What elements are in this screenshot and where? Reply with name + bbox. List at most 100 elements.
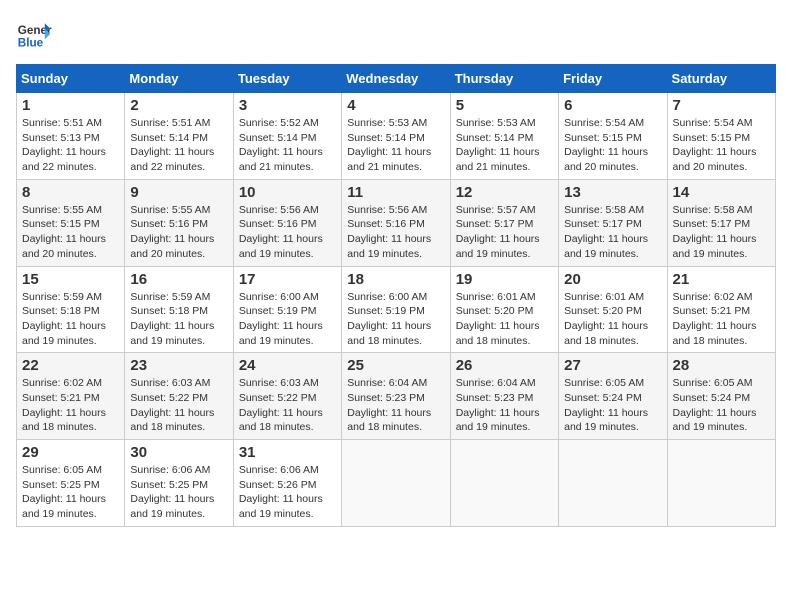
day-number: 23 [130, 357, 227, 374]
day-info: Sunrise: 5:55 AM Sunset: 5:16 PM Dayligh… [130, 203, 227, 262]
day-number: 15 [22, 271, 119, 288]
calendar-cell: 19Sunrise: 6:01 AM Sunset: 5:20 PM Dayli… [450, 266, 558, 353]
day-number: 22 [22, 357, 119, 374]
day-header-monday: Monday [125, 65, 233, 93]
day-info: Sunrise: 6:02 AM Sunset: 5:21 PM Dayligh… [22, 376, 119, 435]
calendar-cell: 4 Sunrise: 5:53 AM Sunset: 5:14 PM Daylig… [342, 93, 450, 180]
calendar-cell [450, 440, 558, 527]
day-number: 1 [22, 97, 119, 114]
day-number: 10 [239, 184, 336, 201]
calendar-cell: 2 Sunrise: 5:51 AM Sunset: 5:14 PM Daylig… [125, 93, 233, 180]
day-info: Sunrise: 5:53 AM Sunset: 5:14 PM Dayligh… [347, 116, 444, 175]
day-number: 20 [564, 271, 661, 288]
calendar-cell: 26 Sunrise: 6:04 AM Sunset: 5:23 PM Dayli… [450, 353, 558, 440]
day-info: Sunrise: 5:56 AM Sunset: 5:16 PM Dayligh… [239, 203, 336, 262]
day-number: 26 [456, 357, 553, 374]
calendar-week-row: 22 Sunrise: 6:02 AM Sunset: 5:21 PM Dayli… [17, 353, 776, 440]
calendar-cell: 11 Sunrise: 5:56 AM Sunset: 5:16 PM Dayli… [342, 179, 450, 266]
day-info: Sunrise: 6:03 AM Sunset: 5:22 PM Dayligh… [130, 376, 227, 435]
day-number: 24 [239, 357, 336, 374]
day-number: 13 [564, 184, 661, 201]
calendar-week-row: 1 Sunrise: 5:51 AM Sunset: 5:13 PM Daylig… [17, 93, 776, 180]
day-number: 4 [347, 97, 444, 114]
day-info: Sunrise: 5:51 AM Sunset: 5:14 PM Dayligh… [130, 116, 227, 175]
day-info: Sunrise: 6:05 AM Sunset: 5:24 PM Dayligh… [564, 376, 661, 435]
day-header-wednesday: Wednesday [342, 65, 450, 93]
day-info: Sunrise: 6:02 AM Sunset: 5:21 PM Dayligh… [673, 290, 770, 349]
day-number: 27 [564, 357, 661, 374]
day-info: Sunrise: 6:05 AM Sunset: 5:25 PM Dayligh… [22, 463, 119, 522]
day-info: Sunrise: 5:59 AM Sunset: 5:18 PM Dayligh… [22, 290, 119, 349]
calendar-cell: 18Sunrise: 6:00 AM Sunset: 5:19 PM Dayli… [342, 266, 450, 353]
calendar-cell: 21 Sunrise: 6:02 AM Sunset: 5:21 PM Dayli… [667, 266, 775, 353]
day-info: Sunrise: 5:57 AM Sunset: 5:17 PM Dayligh… [456, 203, 553, 262]
day-number: 6 [564, 97, 661, 114]
day-number: 25 [347, 357, 444, 374]
calendar-cell: 8Sunrise: 5:55 AM Sunset: 5:15 PM Daylig… [17, 179, 125, 266]
logo-icon: General Blue [16, 16, 52, 52]
calendar-cell: 23 Sunrise: 6:03 AM Sunset: 5:22 PM Dayli… [125, 353, 233, 440]
calendar-week-row: 8Sunrise: 5:55 AM Sunset: 5:15 PM Daylig… [17, 179, 776, 266]
day-info: Sunrise: 5:54 AM Sunset: 5:15 PM Dayligh… [564, 116, 661, 175]
calendar-cell: 10 Sunrise: 5:56 AM Sunset: 5:16 PM Dayli… [233, 179, 341, 266]
calendar-cell: 15 Sunrise: 5:59 AM Sunset: 5:18 PM Dayli… [17, 266, 125, 353]
day-info: Sunrise: 6:05 AM Sunset: 5:24 PM Dayligh… [673, 376, 770, 435]
day-number: 30 [130, 444, 227, 461]
day-header-tuesday: Tuesday [233, 65, 341, 93]
day-number: 8 [22, 184, 119, 201]
day-info: Sunrise: 5:51 AM Sunset: 5:13 PM Dayligh… [22, 116, 119, 175]
calendar-cell [559, 440, 667, 527]
day-info: Sunrise: 6:00 AM Sunset: 5:19 PM Dayligh… [347, 290, 444, 349]
day-info: Sunrise: 6:06 AM Sunset: 5:25 PM Dayligh… [130, 463, 227, 522]
day-info: Sunrise: 6:04 AM Sunset: 5:23 PM Dayligh… [456, 376, 553, 435]
day-info: Sunrise: 5:52 AM Sunset: 5:14 PM Dayligh… [239, 116, 336, 175]
calendar-cell: 28Sunrise: 6:05 AM Sunset: 5:24 PM Dayli… [667, 353, 775, 440]
day-info: Sunrise: 5:56 AM Sunset: 5:16 PM Dayligh… [347, 203, 444, 262]
page-header: General Blue [16, 16, 776, 52]
calendar-cell: 29 Sunrise: 6:05 AM Sunset: 5:25 PM Dayli… [17, 440, 125, 527]
calendar-cell: 16 Sunrise: 5:59 AM Sunset: 5:18 PM Dayli… [125, 266, 233, 353]
day-header-thursday: Thursday [450, 65, 558, 93]
calendar-cell: 1 Sunrise: 5:51 AM Sunset: 5:13 PM Daylig… [17, 93, 125, 180]
day-number: 31 [239, 444, 336, 461]
day-info: Sunrise: 5:59 AM Sunset: 5:18 PM Dayligh… [130, 290, 227, 349]
day-info: Sunrise: 5:58 AM Sunset: 5:17 PM Dayligh… [564, 203, 661, 262]
calendar-cell: 12 Sunrise: 5:57 AM Sunset: 5:17 PM Dayli… [450, 179, 558, 266]
day-header-friday: Friday [559, 65, 667, 93]
day-info: Sunrise: 6:01 AM Sunset: 5:20 PM Dayligh… [564, 290, 661, 349]
day-info: Sunrise: 5:54 AM Sunset: 5:15 PM Dayligh… [673, 116, 770, 175]
day-number: 3 [239, 97, 336, 114]
day-number: 14 [673, 184, 770, 201]
calendar-week-row: 15 Sunrise: 5:59 AM Sunset: 5:18 PM Dayli… [17, 266, 776, 353]
calendar-cell [667, 440, 775, 527]
day-header-saturday: Saturday [667, 65, 775, 93]
calendar-header-row: SundayMondayTuesdayWednesdayThursdayFrid… [17, 65, 776, 93]
calendar-cell: 22 Sunrise: 6:02 AM Sunset: 5:21 PM Dayli… [17, 353, 125, 440]
day-number: 7 [673, 97, 770, 114]
day-number: 16 [130, 271, 227, 288]
day-number: 12 [456, 184, 553, 201]
day-number: 2 [130, 97, 227, 114]
day-number: 17 [239, 271, 336, 288]
calendar-cell: 9 Sunrise: 5:55 AM Sunset: 5:16 PM Daylig… [125, 179, 233, 266]
svg-text:Blue: Blue [18, 37, 44, 50]
calendar-cell: 7 Sunrise: 5:54 AM Sunset: 5:15 PM Daylig… [667, 93, 775, 180]
logo: General Blue [16, 16, 52, 52]
day-info: Sunrise: 5:53 AM Sunset: 5:14 PM Dayligh… [456, 116, 553, 175]
calendar-cell: 20 Sunrise: 6:01 AM Sunset: 5:20 PM Dayli… [559, 266, 667, 353]
calendar-cell: 5 Sunrise: 5:53 AM Sunset: 5:14 PM Daylig… [450, 93, 558, 180]
day-info: Sunrise: 5:58 AM Sunset: 5:17 PM Dayligh… [673, 203, 770, 262]
calendar-cell: 27 Sunrise: 6:05 AM Sunset: 5:24 PM Dayli… [559, 353, 667, 440]
calendar-cell [342, 440, 450, 527]
calendar-cell: 3 Sunrise: 5:52 AM Sunset: 5:14 PM Daylig… [233, 93, 341, 180]
calendar-table: SundayMondayTuesdayWednesdayThursdayFrid… [16, 64, 776, 527]
day-number: 9 [130, 184, 227, 201]
calendar-body: 1 Sunrise: 5:51 AM Sunset: 5:13 PM Daylig… [17, 93, 776, 527]
day-info: Sunrise: 6:03 AM Sunset: 5:22 PM Dayligh… [239, 376, 336, 435]
day-number: 21 [673, 271, 770, 288]
day-number: 19 [456, 271, 553, 288]
day-number: 5 [456, 97, 553, 114]
day-number: 29 [22, 444, 119, 461]
day-number: 11 [347, 184, 444, 201]
calendar-cell: 14 Sunrise: 5:58 AM Sunset: 5:17 PM Dayli… [667, 179, 775, 266]
